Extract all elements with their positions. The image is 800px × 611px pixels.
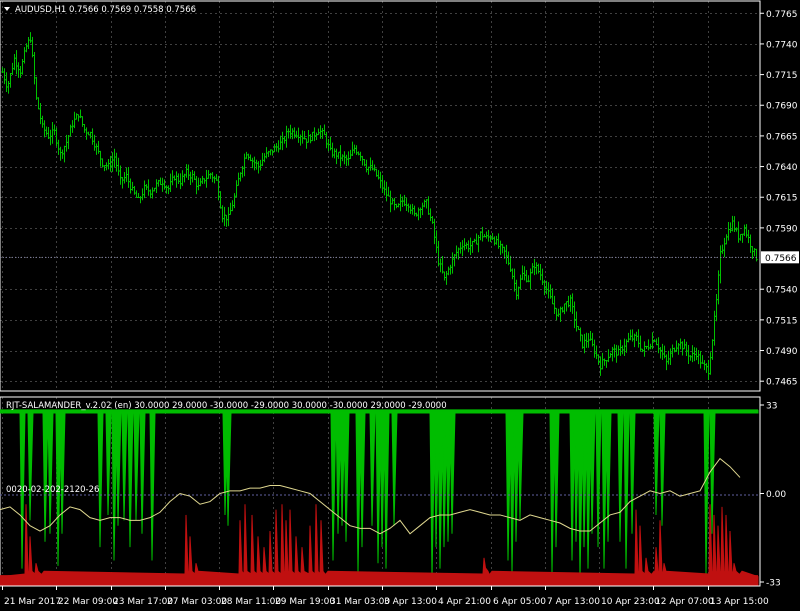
time-tick-label: 29 Mar 19:00: [275, 597, 335, 607]
price-tick-label: 0.7740: [766, 40, 798, 50]
price-tick-label: 0.7540: [766, 286, 798, 296]
price-tick-label: 0.7715: [766, 71, 798, 81]
indicator-tick-label: 0.00: [766, 490, 786, 500]
chart-canvas: 0.7765 0.7740 0.7715 0.7690 0.7665 0.7640 0.76…: [0, 0, 800, 611]
time-tick-label: 28 Mar 11:00: [221, 597, 281, 607]
time-tick-label: 3 Apr 13:00: [384, 597, 437, 607]
price-tick-label: 0.7665: [766, 132, 798, 142]
price-tick-label: 0.7590: [766, 224, 798, 234]
time-tick-label: 21 Mar 2017: [4, 597, 61, 607]
price-tick-label: 0.7615: [766, 194, 798, 204]
price-tick-label: 0.7490: [766, 347, 798, 357]
time-tick-label: 4 Apr 21:00: [438, 597, 491, 607]
time-tick-label: 7 Apr 13:00: [547, 597, 600, 607]
time-tick-label: 22 Mar 09:00: [58, 597, 118, 607]
time-tick-label: 12 Apr 07:00: [655, 597, 714, 607]
time-tick-label: 23 Mar 17:00: [113, 597, 173, 607]
price-tick-label: 0.7765: [766, 10, 798, 20]
background: [0, 0, 800, 611]
main-chart-title: AUDUSD,H1 0.7566 0.7569 0.7558 0.7566: [15, 5, 196, 15]
time-tick-label: 10 Apr 23:00: [601, 597, 660, 607]
price-tick-label: 0.7690: [766, 102, 798, 112]
indicator-subtitle: 0020-02-202-2120-26: [6, 485, 99, 495]
price-tick-label: 0.7465: [766, 378, 798, 388]
indicator-title: RJT-SALAMANDER_v.2.02 (en) 30.0000 29.00…: [6, 401, 447, 411]
time-tick-label: 13 Apr 15:00: [710, 597, 769, 607]
time-tick-label: 6 Apr 05:00: [493, 597, 546, 607]
price-tick-label: 0.7515: [766, 316, 798, 326]
current-price-label: 0.7566: [765, 254, 797, 264]
time-tick-label: 27 Mar 03:00: [167, 597, 227, 607]
time-tick-label: 31 Mar 03:00: [330, 597, 390, 607]
indicator-tick-label: 33: [766, 402, 777, 412]
price-tick-label: 0.7640: [766, 163, 798, 173]
indicator-tick-label: -33: [766, 579, 781, 589]
